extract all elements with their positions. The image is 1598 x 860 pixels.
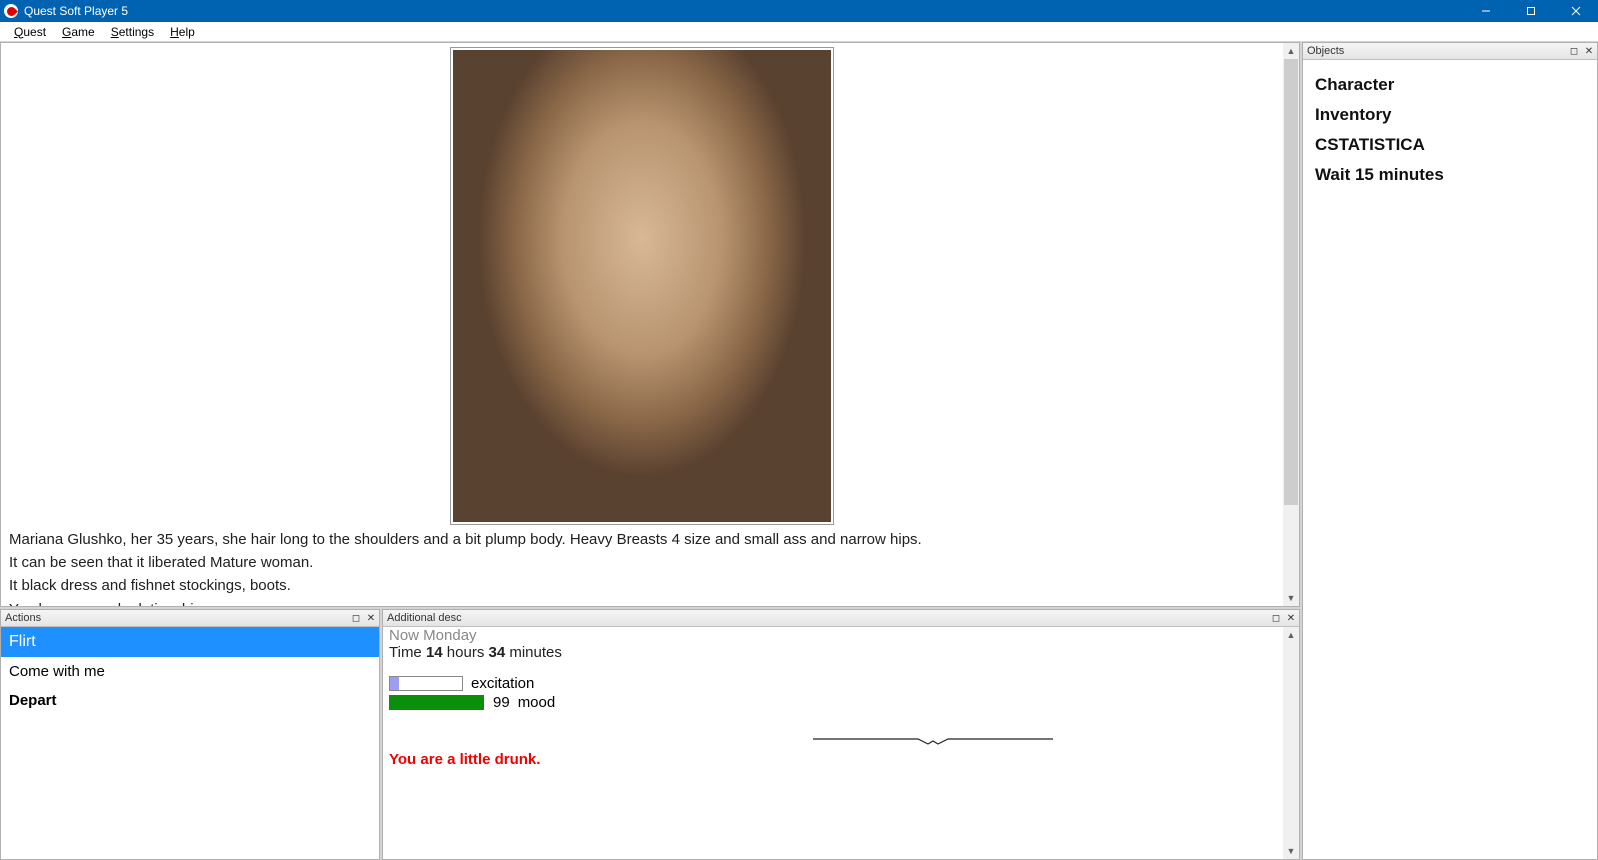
mood-value: 99: [493, 694, 510, 711]
pane-dock-icon[interactable]: ◻: [349, 611, 363, 625]
pane-dock-icon[interactable]: ◻: [1567, 44, 1581, 58]
drunk-status: You are a little drunk.: [389, 751, 1293, 768]
actions-pane: Actions ◻ ✕ Flirt Come with me Depart: [0, 609, 380, 860]
character-desc-1: Mariana Glushko, her 35 years, she hair …: [5, 528, 1279, 551]
character-desc-4: You have a good relationship: [5, 598, 1279, 606]
menubar: Quest Game Settings Help: [0, 22, 1598, 42]
pane-close-icon[interactable]: ✕: [1582, 44, 1596, 58]
actions-list: Flirt Come with me Depart: [1, 627, 379, 859]
additional-desc-pane: Additional desc ◻ ✕ Now Monday Time 14 h…: [382, 609, 1300, 860]
pane-dock-icon[interactable]: ◻: [1269, 611, 1283, 625]
workspace: Mariana Glushko, her 35 years, she hair …: [0, 42, 1598, 860]
menu-settings[interactable]: Settings: [103, 23, 162, 41]
object-cstatistica[interactable]: CSTATISTICA: [1315, 130, 1585, 160]
actions-header-label: Actions: [5, 612, 41, 624]
scroll-up-icon[interactable]: ▲: [1283, 627, 1299, 643]
objects-header: Objects ◻ ✕: [1303, 43, 1597, 60]
character-image: [450, 47, 834, 525]
character-desc-2: It can be seen that it liberated Mature …: [5, 551, 1279, 574]
action-flirt[interactable]: Flirt: [1, 627, 379, 657]
app-icon: [4, 4, 18, 18]
excitation-bar: [389, 676, 463, 691]
close-button[interactable]: [1553, 0, 1598, 22]
titlebar: Quest Soft Player 5: [0, 0, 1598, 22]
bottom-row: Actions ◻ ✕ Flirt Come with me Depart Ad…: [0, 609, 1300, 860]
addl-header-label: Additional desc: [387, 612, 462, 624]
object-wait-15[interactable]: Wait 15 minutes: [1315, 160, 1585, 190]
scroll-up-icon[interactable]: ▲: [1283, 43, 1299, 59]
objects-header-label: Objects: [1307, 45, 1344, 57]
character-desc-3: It black dress and fishnet stockings, bo…: [5, 574, 1279, 597]
objects-pane: Objects ◻ ✕ Character Inventory CSTATIST…: [1302, 42, 1598, 860]
minimize-button[interactable]: [1463, 0, 1508, 22]
pane-close-icon[interactable]: ✕: [364, 611, 378, 625]
time-line: Time 14 hours 34 minutes: [389, 644, 1293, 661]
action-depart[interactable]: Depart: [1, 686, 379, 715]
main-scrollbar[interactable]: ▲ ▼: [1283, 43, 1299, 606]
addl-header: Additional desc ◻ ✕: [383, 610, 1299, 627]
ornament-divider: [813, 735, 1053, 747]
addl-scrollbar[interactable]: ▲ ▼: [1283, 627, 1299, 859]
addl-content: Now Monday Time 14 hours 34 minutes exci…: [383, 627, 1299, 859]
main-pane: Mariana Glushko, her 35 years, she hair …: [0, 42, 1300, 607]
menu-quest[interactable]: Quest: [6, 23, 54, 41]
action-come-with-me[interactable]: Come with me: [1, 657, 379, 686]
objects-list: Character Inventory CSTATISTICA Wait 15 …: [1303, 60, 1597, 200]
object-character[interactable]: Character: [1315, 70, 1585, 100]
menu-game[interactable]: Game: [54, 23, 103, 41]
scroll-down-icon[interactable]: ▼: [1283, 843, 1299, 859]
pane-close-icon[interactable]: ✕: [1284, 611, 1298, 625]
actions-header: Actions ◻ ✕: [1, 610, 379, 627]
main-content: Mariana Glushko, her 35 years, she hair …: [1, 43, 1283, 606]
app-title: Quest Soft Player 5: [24, 4, 128, 18]
object-inventory[interactable]: Inventory: [1315, 100, 1585, 130]
menu-help[interactable]: Help: [162, 23, 203, 41]
mood-bar: [389, 695, 485, 710]
excitation-label: excitation: [471, 675, 534, 692]
scroll-down-icon[interactable]: ▼: [1283, 590, 1299, 606]
excitation-row: excitation: [389, 675, 1293, 692]
maximize-button[interactable]: [1508, 0, 1553, 22]
mood-row: 99 mood: [389, 694, 1293, 711]
now-day: Now Monday: [389, 627, 1293, 644]
mood-label: mood: [518, 694, 556, 711]
